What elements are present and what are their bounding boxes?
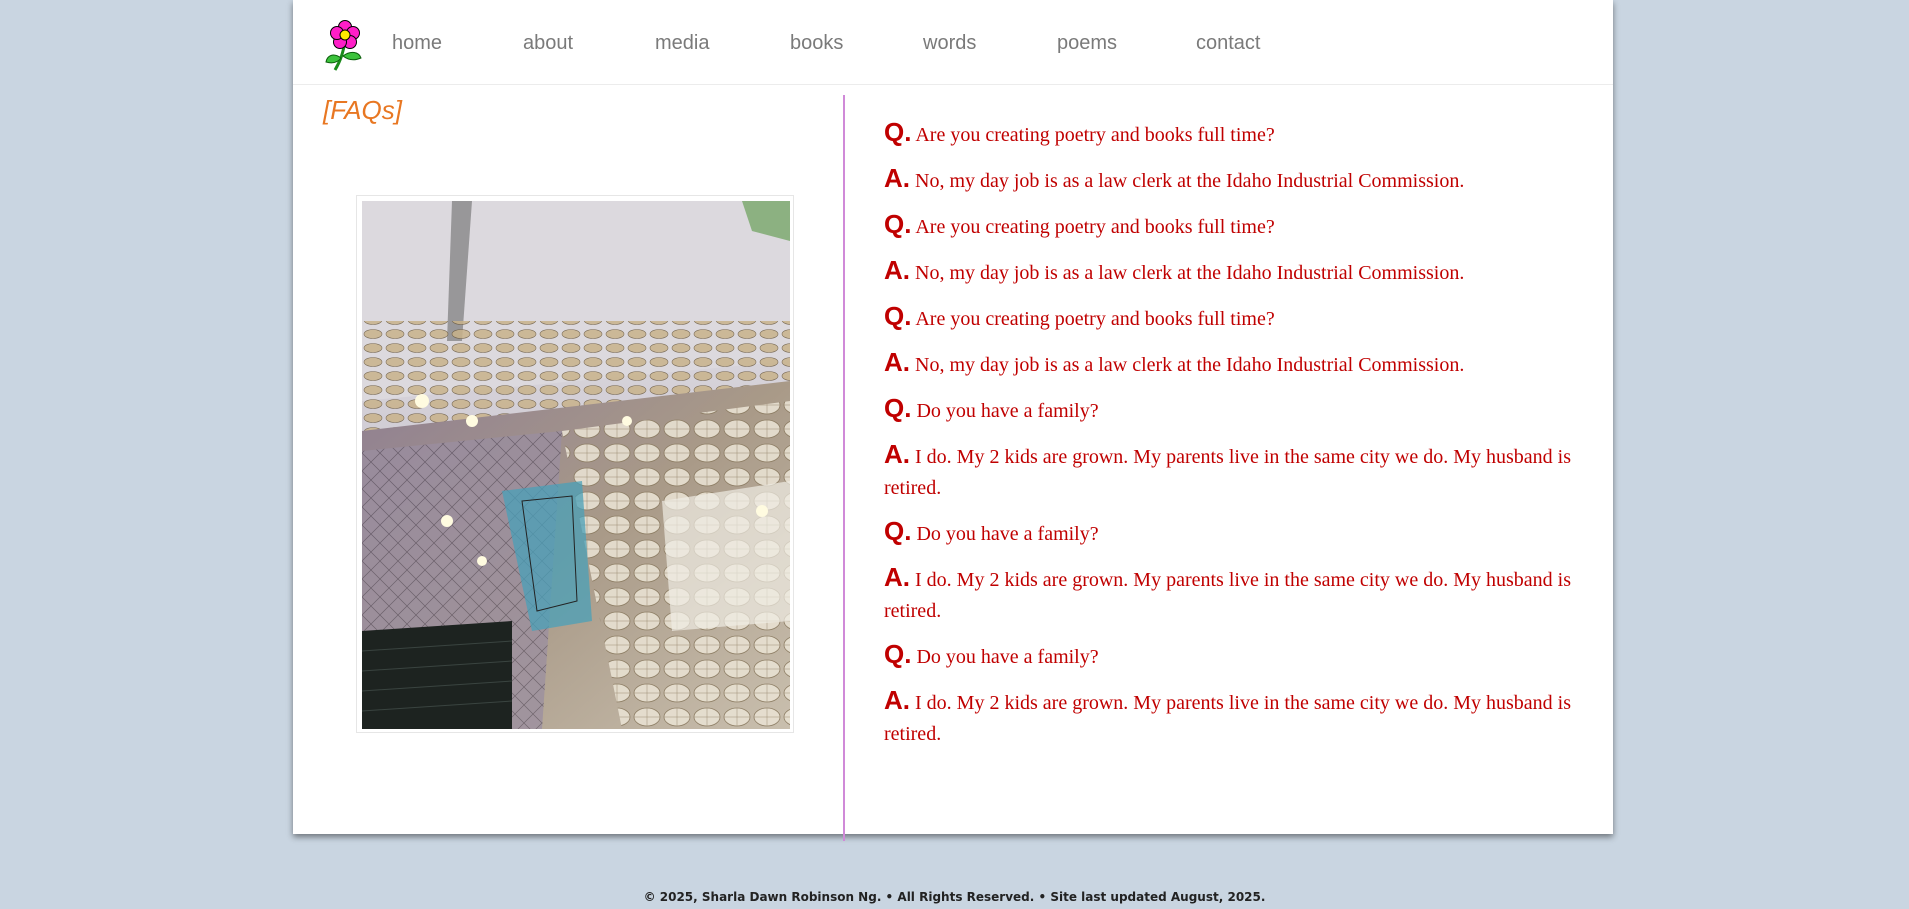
answer-marker: A. (884, 439, 910, 469)
answer-marker: A. (884, 163, 910, 193)
answer-text: I do. My 2 kids are grown. My parents li… (884, 446, 1572, 499)
faq-answer: A. I do. My 2 kids are grown. My parents… (884, 685, 1584, 750)
question-text: Do you have a family? (916, 400, 1099, 422)
faq-answer: A. I do. My 2 kids are grown. My parents… (884, 439, 1584, 504)
faq-answer: A. No, my day job is as a law clerk at t… (884, 163, 1584, 197)
answer-marker: A. (884, 562, 910, 592)
nav-link-words[interactable]: words (923, 31, 976, 55)
question-marker: Q. (884, 301, 912, 331)
answer-marker: A. (884, 255, 910, 285)
faq-answer: A. No, my day job is as a law clerk at t… (884, 255, 1584, 289)
art-installation-image (362, 201, 790, 729)
question-marker: Q. (884, 393, 912, 423)
column-divider (843, 95, 845, 841)
faq-answer: A. I do. My 2 kids are grown. My parents… (884, 562, 1584, 627)
faq-question: Q. Do you have a family? (884, 516, 1584, 550)
answer-marker: A. (884, 685, 910, 715)
answer-text: I do. My 2 kids are grown. My parents li… (884, 569, 1572, 622)
top-navigation: home about media books words poems conta… (293, 0, 1613, 85)
nav-link-about[interactable]: about (523, 31, 573, 55)
faq-item: Q. Do you have a family? A. I do. My 2 k… (884, 393, 1584, 504)
faq-question: Q. Are you creating poetry and books ful… (884, 301, 1584, 335)
answer-marker: A. (884, 347, 910, 377)
question-marker: Q. (884, 117, 912, 147)
faq-list: Q. Are you creating poetry and books ful… (884, 117, 1584, 762)
page-container: home about media books words poems conta… (293, 0, 1613, 841)
question-text: Are you creating poetry and books full t… (915, 124, 1275, 146)
nav-link-home[interactable]: home (392, 31, 442, 55)
nav-link-poems[interactable]: poems (1057, 31, 1117, 55)
question-text: Do you have a family? (916, 646, 1099, 668)
footer-copyright: © 2025, Sharla Dawn Robinson Ng. • All R… (643, 890, 1266, 904)
question-marker: Q. (884, 209, 912, 239)
page-title: [FAQs] (323, 95, 402, 125)
answer-text: No, my day job is as a law clerk at the … (915, 354, 1465, 376)
answer-text: No, my day job is as a law clerk at the … (915, 170, 1465, 192)
flower-icon[interactable] (323, 18, 367, 74)
faq-question: Q. Do you have a family? (884, 393, 1584, 427)
question-marker: Q. (884, 639, 912, 669)
answer-text: I do. My 2 kids are grown. My parents li… (884, 692, 1572, 745)
faq-question: Q. Are you creating poetry and books ful… (884, 209, 1584, 243)
question-marker: Q. (884, 516, 912, 546)
nav-link-books[interactable]: books (790, 31, 843, 55)
question-text: Do you have a family? (916, 523, 1099, 545)
faq-question: Q. Do you have a family? (884, 639, 1584, 673)
faq-item: Q. Are you creating poetry and books ful… (884, 209, 1584, 289)
nav-link-media[interactable]: media (655, 31, 709, 55)
faq-answer: A. No, my day job is as a law clerk at t… (884, 347, 1584, 381)
nav-link-contact[interactable]: contact (1196, 31, 1260, 55)
question-text: Are you creating poetry and books full t… (915, 216, 1275, 238)
faq-question: Q. Are you creating poetry and books ful… (884, 117, 1584, 151)
faq-item: Q. Do you have a family? A. I do. My 2 k… (884, 516, 1584, 627)
faq-item: Q. Are you creating poetry and books ful… (884, 117, 1584, 197)
faq-item: Q. Do you have a family? A. I do. My 2 k… (884, 639, 1584, 750)
faq-item: Q. Are you creating poetry and books ful… (884, 301, 1584, 381)
art-installation-photo (356, 195, 794, 733)
answer-text: No, my day job is as a law clerk at the … (915, 262, 1465, 284)
question-text: Are you creating poetry and books full t… (915, 308, 1275, 330)
